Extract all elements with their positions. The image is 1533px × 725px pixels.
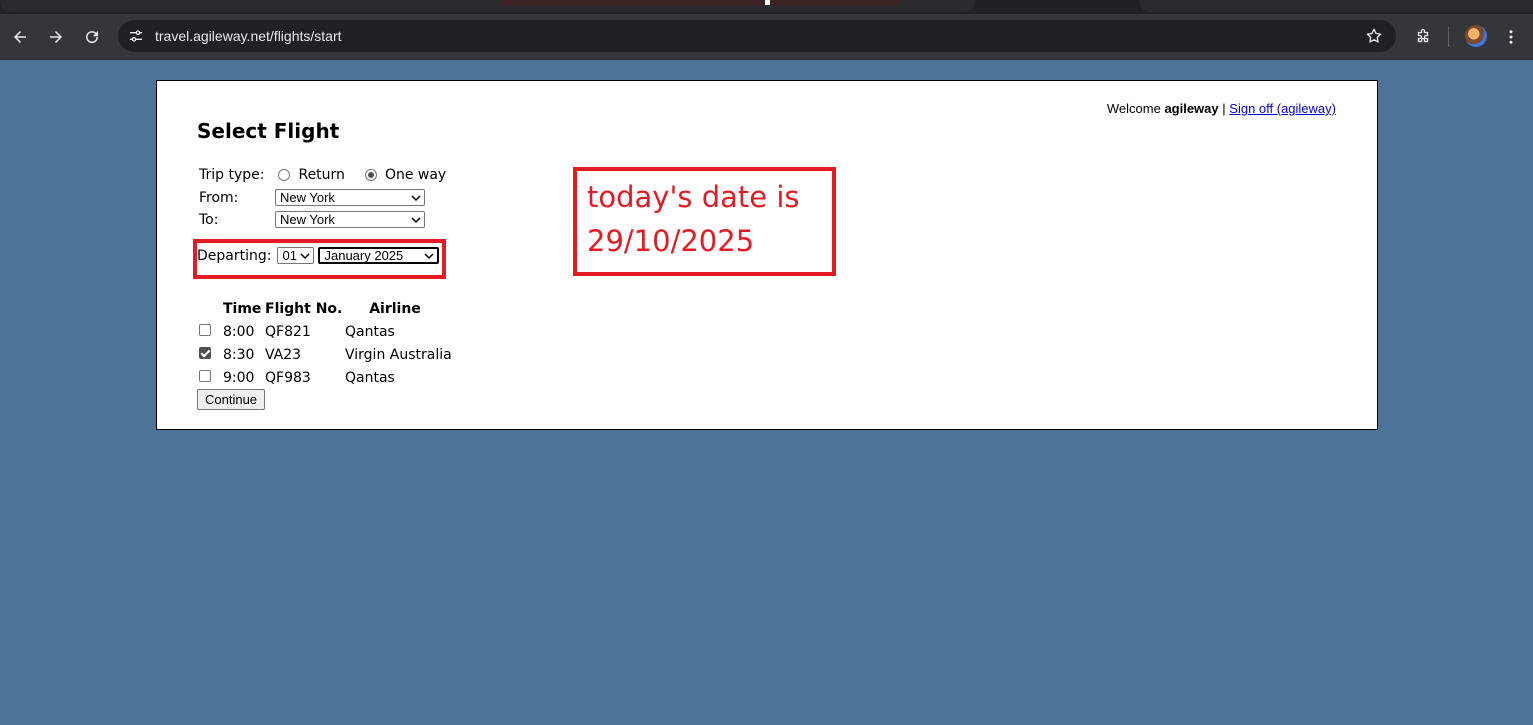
flight-airline: Qantas <box>345 323 395 340</box>
chevron-down-icon <box>424 252 435 259</box>
separator: | <box>1222 101 1226 116</box>
reload-icon <box>86 31 99 44</box>
sign-off-link[interactable]: Sign off (agileway) <box>1229 101 1336 116</box>
url-text[interactable]: travel.agileway.net/flights/start <box>155 20 342 52</box>
chevron-down-icon <box>300 252 311 259</box>
flight-time: 9:00 <box>223 369 255 386</box>
departing-day-select[interactable]: 01 <box>277 247 315 264</box>
chevron-down-icon <box>411 216 421 223</box>
flight-checkbox[interactable] <box>199 369 211 382</box>
browser-tab[interactable] <box>1140 0 1533 12</box>
arrow-left-icon <box>14 31 26 43</box>
page-title: Select Flight <box>197 119 340 143</box>
flight-airline: Virgin Australia <box>345 346 452 363</box>
page-container: Welcome agileway | Sign off (agileway) S… <box>156 80 1378 430</box>
flight-checkbox[interactable] <box>199 323 211 336</box>
departing-row: Departing: 01 January 2025 <box>197 247 440 264</box>
from-value: New York <box>280 190 335 205</box>
flight-no-header: Flight No. <box>265 300 343 317</box>
return-radio[interactable] <box>278 169 291 181</box>
one-way-label[interactable]: One way <box>385 167 446 183</box>
flight-number: QF983 <box>265 369 311 386</box>
flights-header-row: Time Flight No. Airline <box>199 297 485 320</box>
more-vertical-icon <box>1509 30 1513 44</box>
time-header: Time <box>223 300 262 317</box>
return-label[interactable]: Return <box>298 167 344 183</box>
to-row: To: New York <box>199 211 425 228</box>
annotation-line-2: 29/10/2025 <box>587 224 755 258</box>
table-row: 8:00 QF821 Qantas <box>199 320 485 343</box>
profile-avatar[interactable] <box>1465 25 1487 47</box>
table-row: 8:30 VA23 Virgin Australia <box>199 343 485 366</box>
trip-type-label: Trip type: <box>199 167 265 183</box>
departing-label: Departing: <box>197 247 272 264</box>
airline-header: Airline <box>369 300 421 317</box>
trip-type-row: Trip type: Return One way <box>199 167 446 183</box>
departing-month-value: January 2025 <box>324 248 404 263</box>
chevron-down-icon <box>411 194 421 201</box>
welcome-text: Welcome <box>1106 101 1161 116</box>
departing-day-value: 01 <box>282 248 297 263</box>
continue-button[interactable]: Continue <box>197 389 266 410</box>
flight-time: 8:00 <box>223 323 255 340</box>
to-select[interactable]: New York <box>275 211 425 228</box>
back-button[interactable] <box>6 23 34 51</box>
forward-button[interactable] <box>42 23 70 51</box>
bookmark-star-icon[interactable] <box>1362 24 1386 48</box>
from-row: From: New York <box>199 189 425 206</box>
flight-number: QF821 <box>265 323 311 340</box>
flight-time: 8:30 <box>223 346 255 363</box>
toolbar-divider <box>1448 27 1449 47</box>
flight-number: VA23 <box>265 346 302 363</box>
address-bar[interactable]: travel.agileway.net/flights/start <box>118 20 1396 52</box>
departing-month-select[interactable]: January 2025 <box>318 247 440 264</box>
browser-toolbar: travel.agileway.net/flights/start <box>0 14 1533 60</box>
flight-airline: Qantas <box>345 369 395 386</box>
from-select[interactable]: New York <box>275 189 425 206</box>
welcome-bar: Welcome agileway | Sign off (agileway) <box>1107 101 1336 116</box>
extensions-button[interactable] <box>1409 23 1437 51</box>
tab-strip <box>0 0 1533 14</box>
to-value: New York <box>280 212 335 227</box>
puzzle-icon <box>1417 28 1429 43</box>
reload-button[interactable] <box>78 23 106 51</box>
to-label: To: <box>199 211 219 228</box>
menu-button[interactable] <box>1497 23 1525 51</box>
flight-checkbox[interactable] <box>199 346 211 359</box>
table-row: 9:00 QF983 Qantas <box>199 366 485 389</box>
mouse-cursor <box>765 0 770 5</box>
from-label: From: <box>199 189 239 206</box>
arrow-right-icon <box>50 31 62 43</box>
one-way-radio[interactable] <box>364 169 377 181</box>
flights-table: Time Flight No. Airline 8:00 QF821 Qanta… <box>199 297 485 389</box>
site-info-icon[interactable] <box>123 23 149 49</box>
annotation-line-1: today's date is <box>587 180 800 214</box>
active-tab-accent <box>500 0 900 6</box>
username: agileway <box>1164 101 1219 116</box>
annotation-box: today's date is 29/10/2025 <box>573 167 836 276</box>
